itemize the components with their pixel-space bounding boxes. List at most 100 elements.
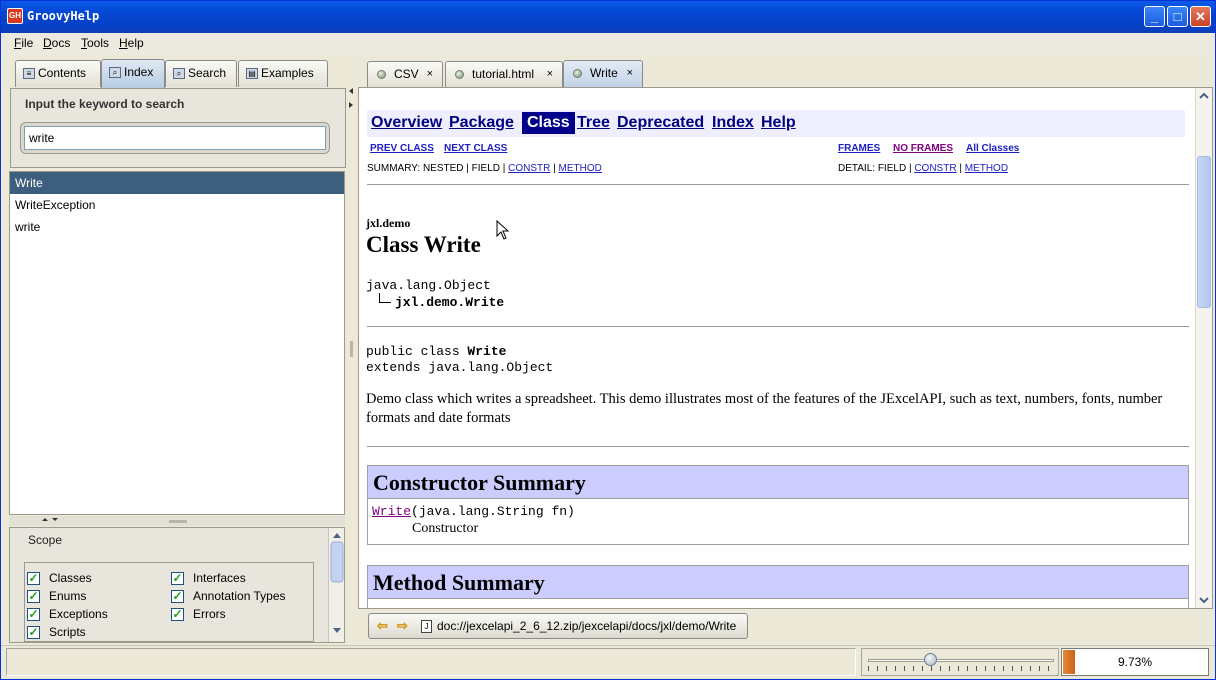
pane-divider[interactable]: [348, 57, 356, 643]
tree-branch-icon: [379, 293, 391, 303]
close-tab-icon[interactable]: ×: [427, 62, 433, 86]
scope-interfaces-checkbox[interactable]: ✓ Interfaces: [171, 571, 246, 587]
menu-bar: File Docs Tools Help: [1, 33, 1215, 55]
doc-tab-csv[interactable]: CSV ×: [367, 61, 443, 87]
javadoc-navbar: Overview Package Class Tree Deprecated I…: [367, 110, 1185, 137]
checkmark-icon: ✓: [27, 625, 40, 639]
menu-tools[interactable]: Tools: [81, 36, 109, 50]
zoom-indicator: 9.73%: [1061, 648, 1209, 676]
tab-contents[interactable]: ≡ Contents: [15, 60, 101, 87]
document-viewer[interactable]: Overview Package Class Tree Deprecated I…: [358, 87, 1213, 609]
scope-classes-checkbox[interactable]: ✓ Classes: [27, 571, 92, 587]
close-tab-icon[interactable]: ×: [627, 61, 633, 85]
menu-help[interactable]: Help: [119, 36, 144, 50]
no-frames-link[interactable]: NO FRAMES: [893, 143, 953, 154]
keyword-input[interactable]: [24, 126, 326, 150]
all-classes-link[interactable]: All Classes: [966, 143, 1019, 154]
scope-scrollbar[interactable]: [328, 528, 344, 642]
nav-help-link[interactable]: Help: [761, 114, 796, 132]
app-icon: GH: [7, 8, 23, 24]
scope-enums-checkbox[interactable]: ✓ Enums: [27, 589, 86, 605]
nav-deprecated-link[interactable]: Deprecated: [617, 114, 704, 132]
search-box: [20, 122, 330, 154]
status-message-area: [6, 648, 856, 676]
scope-exceptions-checkbox[interactable]: ✓ Exceptions: [27, 607, 108, 623]
scope-annotation-types-checkbox[interactable]: ✓ Annotation Types: [171, 589, 286, 605]
tab-index[interactable]: ⌕ Index: [101, 59, 165, 88]
doc-tab-write[interactable]: Write ×: [563, 60, 643, 88]
close-tab-icon[interactable]: ×: [547, 62, 553, 86]
slider-knob[interactable]: [924, 653, 937, 666]
divider: [367, 184, 1189, 185]
constructor-summary-heading: Constructor Summary: [367, 465, 1189, 499]
keyword-label: Input the keyword to search: [25, 97, 185, 111]
nav-overview-link[interactable]: Overview: [371, 114, 442, 132]
location-bar: ⇦ ⇨ J doc://jexcelapi_2_6_12.zip/jexcela…: [358, 609, 1213, 643]
constructor-signature: Write(java.lang.String fn): [372, 504, 575, 519]
class-declaration: public class Write: [366, 344, 507, 359]
next-class-link[interactable]: NEXT CLASS: [444, 143, 507, 154]
inheritance-child: jxl.demo.Write: [379, 293, 504, 310]
menu-docs[interactable]: Docs: [43, 36, 70, 50]
detail-method-link[interactable]: METHOD: [965, 163, 1008, 174]
forward-arrow-icon[interactable]: ⇨: [397, 619, 411, 633]
checkmark-icon: ✓: [27, 589, 40, 603]
tab-search[interactable]: ⌕ Search: [165, 60, 237, 87]
result-item[interactable]: WriteException: [10, 194, 344, 216]
scope-panel: Scope ✓ Classes ✓ Interfaces ✓ Enums ✓ Annot…: [9, 527, 345, 643]
result-item[interactable]: write: [10, 216, 344, 238]
divider-handle-icon: [349, 88, 353, 357]
globe-icon: [455, 70, 464, 79]
prev-class-link[interactable]: PREV CLASS: [370, 143, 434, 154]
class-extends: extends java.lang.Object: [366, 360, 554, 375]
tab-examples[interactable]: ▤ Examples: [238, 60, 328, 87]
scope-scripts-checkbox[interactable]: ✓ Scripts: [27, 625, 86, 641]
close-button[interactable]: ✕: [1190, 6, 1211, 27]
inheritance-root: java.lang.Object: [366, 278, 491, 293]
search-doc-icon: ⌕: [173, 68, 185, 79]
result-list[interactable]: Write WriteException write: [9, 171, 345, 515]
document-scrollbar[interactable]: [1195, 88, 1212, 608]
checkmark-icon: ✓: [171, 589, 184, 603]
checkmark-icon: ✓: [27, 607, 40, 621]
constructor-link[interactable]: Write: [372, 504, 411, 519]
doc-tab-tutorial[interactable]: tutorial.html ×: [445, 61, 563, 87]
nav-package-link[interactable]: Package: [449, 114, 514, 132]
detail-constr-link[interactable]: CONSTR: [914, 163, 956, 174]
zoom-slider[interactable]: [861, 648, 1059, 676]
maximize-button[interactable]: □: [1167, 6, 1188, 27]
scrollbar-arrows-icon: [330, 533, 344, 633]
path-display: ⇦ ⇨ J doc://jexcelapi_2_6_12.zip/jexcela…: [368, 613, 748, 639]
scope-options: ✓ Classes ✓ Interfaces ✓ Enums ✓ Annotation …: [24, 562, 314, 642]
result-item-selected[interactable]: Write: [10, 172, 344, 194]
detail-line: DETAIL: FIELD | CONSTR | METHOD: [838, 163, 1009, 174]
summary-constr-link[interactable]: CONSTR: [508, 163, 550, 174]
scope-errors-checkbox[interactable]: ✓ Errors: [171, 607, 226, 623]
magnifier-icon: ⌕: [109, 67, 121, 78]
globe-icon: [573, 69, 582, 78]
vertical-splitter[interactable]: [9, 516, 345, 526]
left-pane: ≡ Contents ⌕ Index ⌕ Search ▤ Examples Input…: [6, 57, 348, 643]
minimize-button[interactable]: _: [1144, 6, 1165, 27]
method-summary-heading: Method Summary: [367, 565, 1189, 599]
right-pane: CSV × tutorial.html × Write × Overview Pack…: [357, 57, 1213, 643]
index-panel: Input the keyword to search: [10, 88, 346, 168]
class-description: Demo class which writes a spreadsheet. T…: [366, 391, 1163, 426]
nav-tree-link[interactable]: Tree: [577, 114, 610, 132]
frames-link[interactable]: FRAMES: [838, 143, 880, 154]
progress-fill: [1063, 650, 1075, 674]
globe-icon: [377, 70, 386, 79]
menu-file[interactable]: File: [14, 36, 33, 50]
checkmark-icon: ✓: [171, 607, 184, 621]
checkmark-icon: ✓: [171, 571, 184, 585]
divider: [367, 446, 1189, 447]
title-bar[interactable]: GH GroovyHelp _ □ ✕: [1, 1, 1215, 33]
nav-index-link[interactable]: Index: [712, 114, 754, 132]
summary-method-link[interactable]: METHOD: [559, 163, 602, 174]
back-arrow-icon[interactable]: ⇦: [377, 619, 391, 633]
summary-line: SUMMARY: NESTED | FIELD | CONSTR | METHO…: [367, 163, 602, 174]
package-name: jxl.demo: [366, 216, 411, 230]
current-path: doc://jexcelapi_2_6_12.zip/jexcelapi/doc…: [437, 619, 737, 633]
scrollbar-thumb[interactable]: [1197, 156, 1211, 308]
mouse-cursor-icon: [496, 220, 510, 240]
